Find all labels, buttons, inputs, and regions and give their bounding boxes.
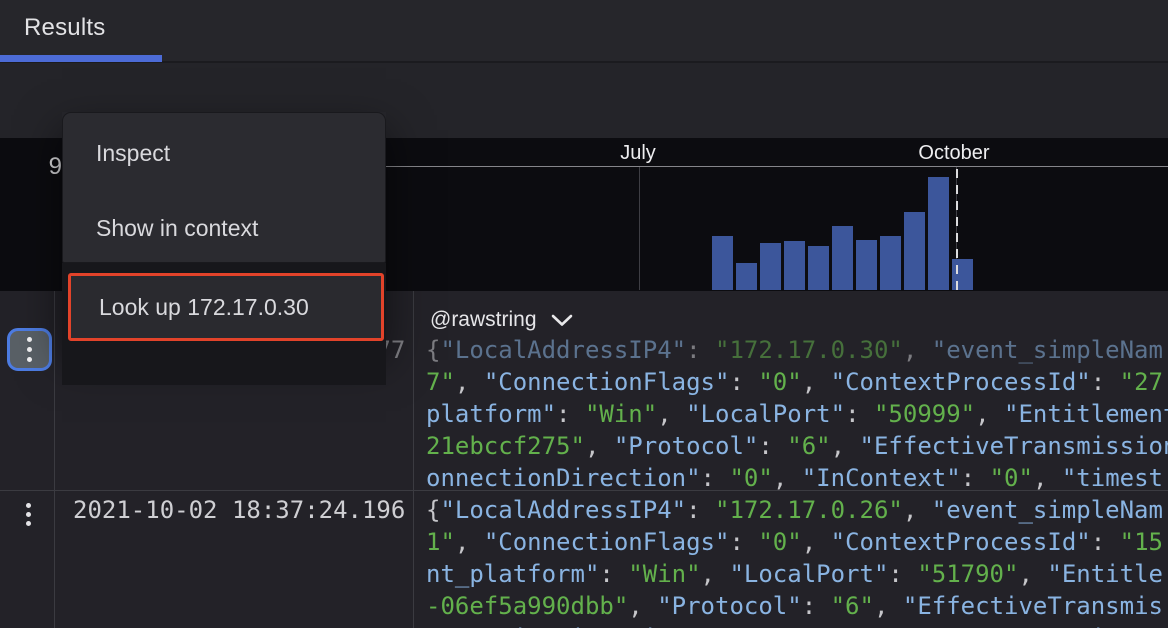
partial-axis-label: 9 xyxy=(20,151,62,183)
histogram-bar[interactable] xyxy=(880,236,901,290)
rawstring-line: platform": "Win", "LocalPort": "50999", … xyxy=(426,398,1168,430)
column-divider-rawstring xyxy=(413,291,414,628)
time-cursor-dashed-line xyxy=(956,169,958,290)
row-menu-button[interactable] xyxy=(7,328,52,371)
rawstring-column-header[interactable]: @rawstring xyxy=(430,308,573,332)
histogram-bar[interactable] xyxy=(808,246,829,290)
rawstring-line: onnectionDirection": "0", "InContext": "… xyxy=(426,622,1168,628)
histogram-bar[interactable] xyxy=(832,226,853,290)
histogram-bar[interactable] xyxy=(928,177,949,290)
rawstring-line: onnectionDirection": "0", "InContext": "… xyxy=(426,462,1168,494)
row-menu-button[interactable] xyxy=(21,499,35,529)
histogram-bar[interactable] xyxy=(712,236,733,290)
histogram-bar[interactable] xyxy=(760,243,781,290)
histogram-bar[interactable] xyxy=(904,212,925,290)
results-panel: Results 9 July October @rawstring xyxy=(0,0,1168,628)
rawstring-line: {"LocalAddressIP4": "172.17.0.26", "even… xyxy=(426,494,1168,526)
menu-item-lookup-ip[interactable]: Look up 172.17.0.30 xyxy=(68,273,384,341)
histogram-bar[interactable] xyxy=(856,240,877,290)
context-menu: Inspect Show in context Look up 172.17.0… xyxy=(62,112,386,342)
rawstring-line: {"LocalAddressIP4": "172.17.0.30", "even… xyxy=(426,334,1168,366)
rawstring-header-label: @rawstring xyxy=(430,308,537,332)
tab-bar: Results xyxy=(0,0,1168,63)
rawstring-line: 1", "ConnectionFlags": "0", "ContextProc… xyxy=(426,526,1168,558)
kebab-icon xyxy=(26,503,31,526)
month-label-october: October xyxy=(918,142,989,165)
month-label-july: July xyxy=(620,142,656,165)
menu-item-inspect[interactable]: Inspect xyxy=(62,125,386,181)
histogram-bar[interactable] xyxy=(784,241,805,290)
menu-item-show-in-context[interactable]: Show in context xyxy=(62,200,386,256)
rawstring-line: 7", "ConnectionFlags": "0", "ContextProc… xyxy=(426,366,1168,398)
timestamp-cell: 2021-10-02 18:37:24.196 xyxy=(73,494,405,526)
chevron-down-icon xyxy=(551,314,573,327)
rawstring-line: -06ef5a990dbb", "Protocol": "6", "Effect… xyxy=(426,590,1168,622)
rawstring-line: 21ebccf275", "Protocol": "6", "Effective… xyxy=(426,430,1168,462)
active-tab-underline xyxy=(0,55,162,62)
kebab-icon xyxy=(27,337,32,362)
histogram-bar[interactable] xyxy=(736,263,757,290)
column-divider-menu xyxy=(54,291,55,628)
rawstring-cell: {"LocalAddressIP4": "172.17.0.26", "even… xyxy=(426,494,1168,628)
rawstring-line: nt_platform": "Win", "LocalPort": "51790… xyxy=(426,558,1168,590)
rawstring-cell: {"LocalAddressIP4": "172.17.0.30", "even… xyxy=(426,334,1168,494)
gridline-july xyxy=(639,167,640,290)
tab-results[interactable]: Results xyxy=(24,0,105,55)
